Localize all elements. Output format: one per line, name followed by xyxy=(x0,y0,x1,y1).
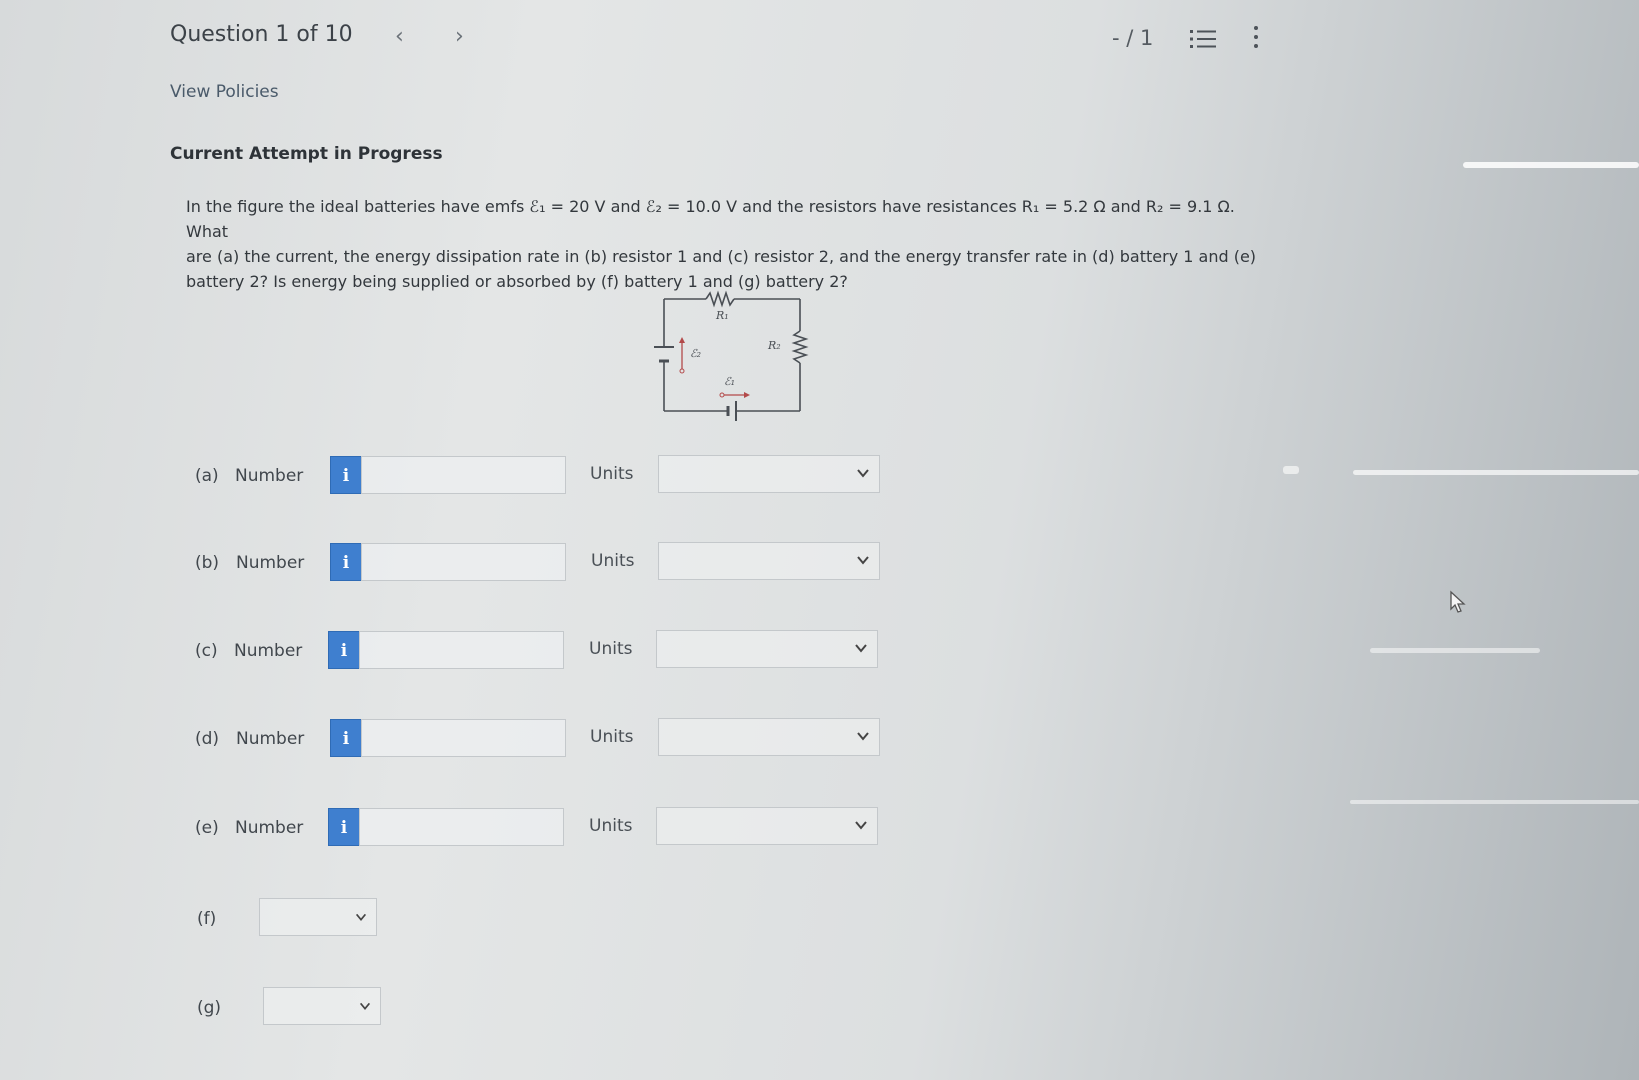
part-label: (b) xyxy=(195,553,220,573)
units-label: Units xyxy=(589,639,633,659)
screen-glare xyxy=(1350,800,1639,804)
units-label: Units xyxy=(591,551,635,571)
number-label: Number xyxy=(236,729,305,749)
question-text: In the figure the ideal batteries have e… xyxy=(186,194,1276,294)
units-select[interactable] xyxy=(656,630,878,668)
answer-row-c: (c) Number i Units xyxy=(0,630,900,670)
question-line-1: In the figure the ideal batteries have e… xyxy=(186,197,1235,241)
number-input[interactable] xyxy=(361,456,566,494)
number-input[interactable] xyxy=(359,631,564,669)
chevron-right-icon[interactable]: › xyxy=(455,24,464,49)
units-select[interactable] xyxy=(658,542,880,580)
chevron-down-icon xyxy=(857,732,869,741)
chevron-down-icon xyxy=(857,469,869,478)
units-label: Units xyxy=(590,727,634,747)
circuit-figure: R₁ R₂ ℰ₁ ℰ₂ xyxy=(654,290,809,421)
more-vertical-icon[interactable] xyxy=(1252,26,1260,52)
question-line-2: are (a) the current, the energy dissipat… xyxy=(186,247,1257,266)
units-label: Units xyxy=(589,816,633,836)
chevron-down-icon xyxy=(855,644,867,653)
screen-glare xyxy=(1283,466,1299,474)
answer-row-f: (f) xyxy=(0,898,500,938)
info-button[interactable]: i xyxy=(328,808,360,846)
number-input[interactable] xyxy=(361,543,566,581)
info-button[interactable]: i xyxy=(330,456,362,494)
part-label: (e) xyxy=(195,818,219,838)
part-label: (a) xyxy=(195,466,219,486)
units-select[interactable] xyxy=(658,455,880,493)
screen-glare xyxy=(1353,470,1639,475)
answer-row-b: (b) Number i Units xyxy=(0,542,900,582)
part-label: (d) xyxy=(195,729,220,749)
number-label: Number xyxy=(236,553,305,573)
chevron-down-icon xyxy=(857,556,869,565)
part-label: (f) xyxy=(197,909,217,929)
chevron-down-icon xyxy=(359,1002,371,1010)
supplied-absorbed-select[interactable] xyxy=(259,898,377,936)
chevron-down-icon xyxy=(355,913,367,921)
chevron-left-icon[interactable]: ‹ xyxy=(395,24,404,49)
question-counter: Question 1 of 10 xyxy=(170,22,353,47)
units-select[interactable] xyxy=(658,718,880,756)
units-label: Units xyxy=(590,464,634,484)
e1-label: ℰ₁ xyxy=(724,375,735,388)
answer-row-d: (d) Number i Units xyxy=(0,718,900,758)
view-policies-link[interactable]: View Policies xyxy=(170,82,279,102)
e2-label: ℰ₂ xyxy=(690,347,701,360)
chevron-down-icon xyxy=(855,821,867,830)
answer-row-e: (e) Number i Units xyxy=(0,807,900,847)
info-button[interactable]: i xyxy=(330,719,362,757)
attempt-status: Current Attempt in Progress xyxy=(170,144,443,164)
answer-row-g: (g) xyxy=(0,987,500,1027)
number-label: Number xyxy=(235,466,304,486)
part-label: (g) xyxy=(197,998,222,1018)
part-label: (c) xyxy=(195,641,218,661)
number-label: Number xyxy=(234,641,303,661)
r2-label: R₂ xyxy=(767,339,781,352)
info-button[interactable]: i xyxy=(330,543,362,581)
number-input[interactable] xyxy=(359,808,564,846)
score-display: - / 1 xyxy=(1112,26,1154,50)
number-input[interactable] xyxy=(361,719,566,757)
r1-label: R₁ xyxy=(715,309,729,322)
screen-glare xyxy=(1370,648,1540,653)
mouse-cursor-icon xyxy=(1450,590,1466,613)
supplied-absorbed-select[interactable] xyxy=(263,987,381,1025)
number-label: Number xyxy=(235,818,304,838)
answer-row-a: (a) Number i Units xyxy=(0,455,900,495)
screen-glare xyxy=(1463,162,1639,168)
info-button[interactable]: i xyxy=(328,631,360,669)
units-select[interactable] xyxy=(656,807,878,845)
list-icon[interactable] xyxy=(1190,28,1216,50)
